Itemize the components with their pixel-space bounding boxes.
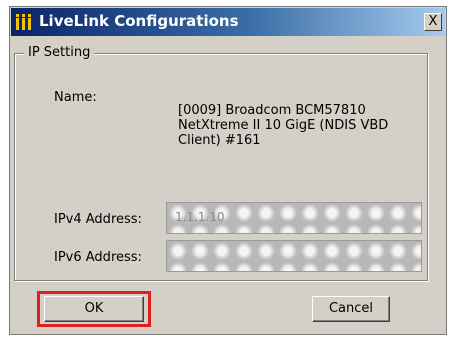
window-title: LiveLink Configurations bbox=[39, 12, 239, 30]
ok-button-highlight bbox=[37, 291, 151, 327]
adapter-name-line: NetXtreme II 10 GigE (NDIS VBD bbox=[178, 118, 389, 133]
adapter-name-value: [0009] Broadcom BCM57810 NetXtreme II 10… bbox=[178, 103, 418, 148]
ipv6-address-field[interactable] bbox=[166, 240, 422, 272]
close-button[interactable]: X bbox=[424, 13, 442, 31]
ipv4-address-field[interactable]: 1.1.1.10 bbox=[166, 202, 422, 234]
name-label: Name: bbox=[54, 90, 97, 105]
ipv4-address-label: IPv4 Address: bbox=[54, 212, 142, 227]
adapter-name-line: Client) #161 bbox=[178, 133, 261, 148]
cancel-button[interactable]: Cancel bbox=[312, 296, 390, 322]
ipv4-address-value: 1.1.1.10 bbox=[175, 210, 225, 224]
title-bar[interactable]: LiveLink Configurations X bbox=[11, 8, 445, 36]
adapter-name-line: [0009] Broadcom BCM57810 bbox=[178, 103, 366, 118]
livelink-bars-icon bbox=[16, 14, 31, 30]
ipv6-address-label: IPv6 Address: bbox=[54, 250, 142, 265]
close-icon: X bbox=[428, 14, 438, 29]
ip-setting-group-label: IP Setting bbox=[24, 45, 95, 60]
